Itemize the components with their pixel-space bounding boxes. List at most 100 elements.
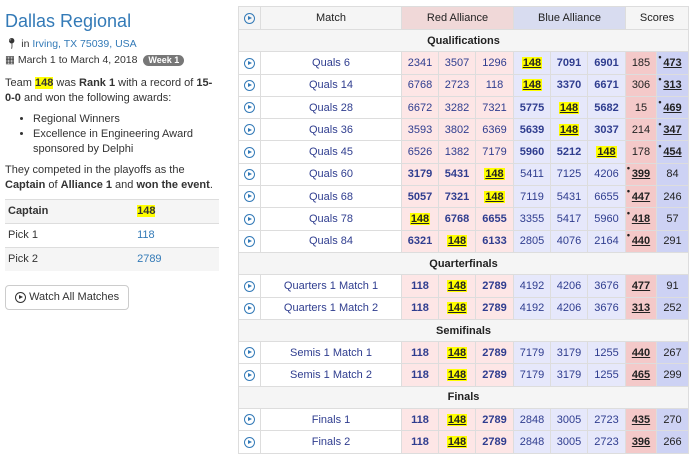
red-team-cell[interactable]: 148 [475,162,514,187]
match-name-link[interactable]: Quals 78 [260,207,402,231]
red-team-cell[interactable]: 118 [401,408,439,432]
blue-team-cell[interactable]: 5212 [550,140,588,164]
blue-team-cell[interactable]: 4192 [513,296,551,320]
blue-team-cell[interactable]: 148 [550,95,588,120]
red-team-cell[interactable]: 7321 [438,185,476,209]
red-team-cell[interactable]: 6655 [475,207,514,231]
red-team-cell[interactable]: 2789 [475,430,514,454]
red-team-cell[interactable]: 118 [401,274,439,298]
watch-video-button[interactable] [238,296,261,320]
red-team-cell[interactable]: 148 [438,408,476,432]
blue-team-cell[interactable]: 6671 [587,73,626,97]
blue-team-cell[interactable]: 3037 [587,118,626,142]
match-name-link[interactable]: Quals 36 [260,118,402,142]
red-team-cell[interactable]: 118 [401,296,439,320]
match-name-link[interactable]: Quals 45 [260,140,402,164]
blue-team-cell[interactable]: 5960 [587,207,626,231]
blue-team-cell[interactable]: 5775 [513,95,551,120]
red-team-cell[interactable]: 1296 [475,51,514,75]
match-name-link[interactable]: Quals 84 [260,229,402,253]
blue-team-cell[interactable]: 4192 [513,274,551,298]
red-team-cell[interactable]: 6133 [475,229,514,253]
red-team-cell[interactable]: 148 [438,363,476,387]
watch-video-button[interactable] [238,51,261,75]
red-team-cell[interactable]: 7179 [475,140,514,164]
watch-video-button[interactable] [238,118,261,142]
blue-team-cell[interactable]: 3005 [550,408,588,432]
watch-video-button[interactable] [238,341,261,365]
blue-team-cell[interactable]: 5411 [513,162,551,187]
red-team-cell[interactable]: 3593 [401,118,439,142]
red-team-cell[interactable]: 2789 [475,363,514,387]
red-team-cell[interactable]: 2723 [438,73,476,97]
red-team-cell[interactable]: 5057 [401,185,439,209]
blue-team-cell[interactable]: 2723 [587,408,626,432]
watch-video-button[interactable] [238,162,261,187]
match-name-link[interactable]: Quals 60 [260,162,402,187]
blue-team-cell[interactable]: 2805 [513,229,551,253]
blue-team-cell[interactable]: 148 [513,73,551,97]
blue-team-cell[interactable]: 6655 [587,185,626,209]
pick2-team-link[interactable]: 2789 [137,253,161,265]
red-team-cell[interactable]: 2789 [475,296,514,320]
blue-team-cell[interactable]: 3355 [513,207,551,231]
blue-team-cell[interactable]: 4206 [550,274,588,298]
blue-team-cell[interactable]: 7119 [513,185,551,209]
match-name-link[interactable]: Quarters 1 Match 1 [260,274,402,298]
red-team-cell[interactable]: 148 [438,341,476,365]
blue-team-cell[interactable]: 5960 [513,140,551,164]
blue-team-cell[interactable]: 4076 [550,229,588,253]
blue-team-cell[interactable]: 3179 [550,341,588,365]
watch-video-button[interactable] [238,95,261,120]
watch-video-button[interactable] [238,430,261,454]
red-team-cell[interactable]: 2341 [401,51,439,75]
red-team-cell[interactable]: 6369 [475,118,514,142]
match-name-link[interactable]: Quals 68 [260,185,402,209]
red-team-cell[interactable]: 148 [438,274,476,298]
watch-video-button[interactable] [238,274,261,298]
blue-team-cell[interactable]: 148 [513,51,551,75]
watch-video-button[interactable] [238,408,261,432]
red-team-cell[interactable]: 2789 [475,341,514,365]
blue-team-cell[interactable]: 4206 [587,162,626,187]
blue-team-cell[interactable]: 3370 [550,73,588,97]
red-team-cell[interactable]: 2789 [475,408,514,432]
red-team-cell[interactable]: 118 [401,363,439,387]
captain-team[interactable]: 148 [137,205,156,217]
blue-team-cell[interactable]: 3676 [587,296,626,320]
blue-team-cell[interactable]: 5639 [513,118,551,142]
watch-video-button[interactable] [238,140,261,164]
blue-team-cell[interactable]: 5682 [587,95,626,120]
match-name-link[interactable]: Quals 6 [260,51,402,75]
red-team-cell[interactable]: 1382 [438,140,476,164]
blue-team-cell[interactable]: 3676 [587,274,626,298]
match-name-link[interactable]: Semis 1 Match 1 [260,341,402,365]
red-team-cell[interactable]: 3179 [401,162,439,187]
blue-team-cell[interactable]: 148 [587,140,626,164]
watch-video-button[interactable] [238,229,261,253]
red-team-cell[interactable]: 148 [475,185,514,209]
blue-team-cell[interactable]: 1255 [587,363,626,387]
red-team-cell[interactable]: 2789 [475,274,514,298]
watch-video-button[interactable] [238,185,261,209]
red-team-cell[interactable]: 6672 [401,95,439,120]
red-team-cell[interactable]: 118 [401,341,439,365]
blue-team-cell[interactable]: 2164 [587,229,626,253]
watch-video-button[interactable] [238,73,261,97]
red-team-cell[interactable]: 3802 [438,118,476,142]
red-team-cell[interactable]: 6768 [401,73,439,97]
red-team-cell[interactable]: 3282 [438,95,476,120]
match-name-link[interactable]: Quals 14 [260,73,402,97]
red-team-cell[interactable]: 148 [438,229,476,253]
match-name-link[interactable]: Finals 1 [260,408,402,432]
pick1-team-link[interactable]: 118 [137,229,155,241]
red-team-cell[interactable]: 7321 [475,95,514,120]
match-name-link[interactable]: Finals 2 [260,430,402,454]
blue-team-cell[interactable]: 3179 [550,363,588,387]
watch-all-matches-button[interactable]: Watch All Matches [5,285,130,310]
blue-team-cell[interactable]: 7179 [513,363,551,387]
red-team-cell[interactable]: 118 [401,430,439,454]
red-team-cell[interactable]: 148 [401,207,439,231]
header-play-cell[interactable] [238,6,261,30]
blue-team-cell[interactable]: 2848 [513,430,551,454]
